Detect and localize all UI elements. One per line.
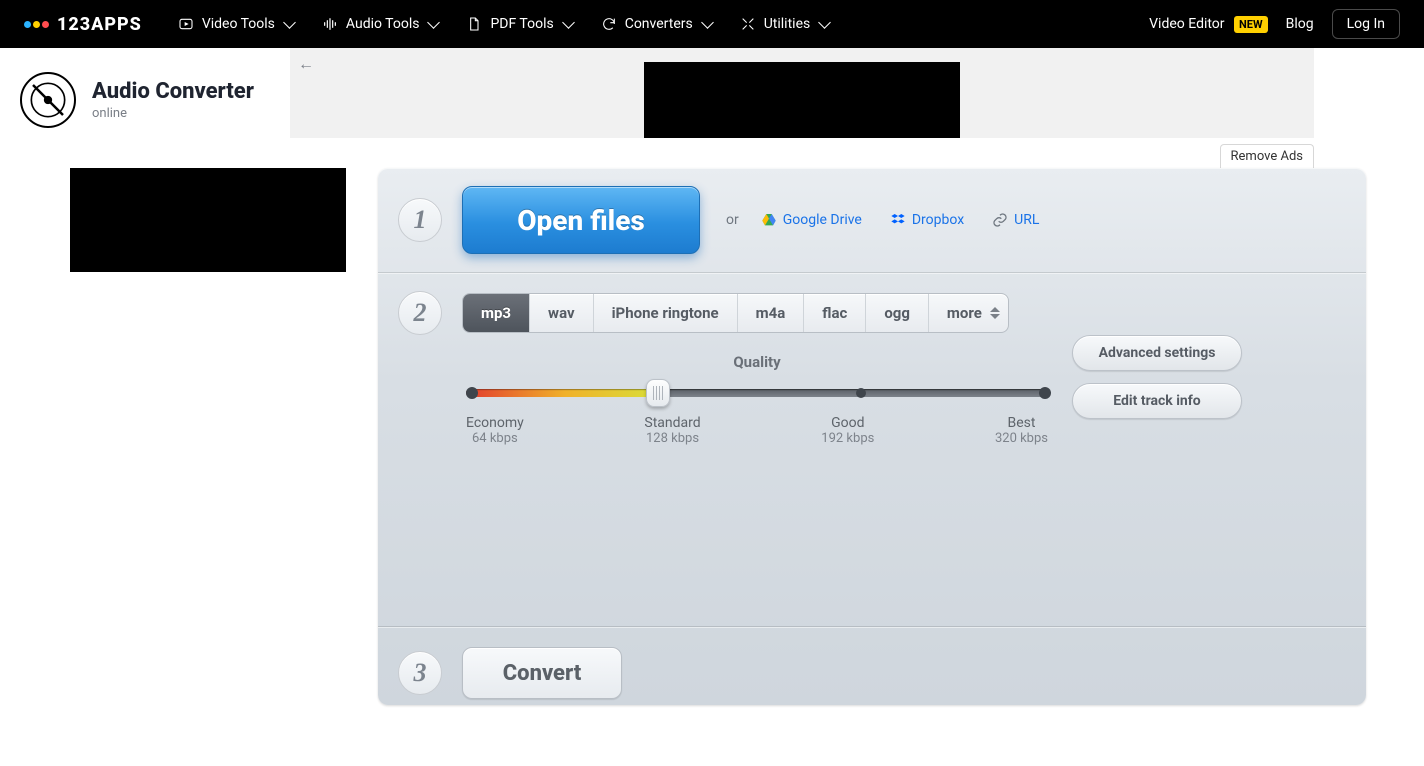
format-option-more[interactable]: more <box>929 294 1008 332</box>
nav-converters[interactable]: Converters <box>601 16 712 32</box>
converter-panel: 1 Open files or Google Drive Dropbox <box>378 168 1366 705</box>
quality-level-rate: 64 kbps <box>466 431 524 446</box>
brand-dots-icon <box>24 21 49 28</box>
step-badge-1: 1 <box>398 198 442 242</box>
edit-track-info-button[interactable]: Edit track info <box>1072 383 1242 419</box>
quality-level-name: Standard <box>644 415 700 431</box>
more-label: more <box>947 304 982 322</box>
chevron-down-icon <box>283 16 296 29</box>
dropbox-link[interactable]: Dropbox <box>890 212 964 228</box>
open-files-button[interactable]: Open files <box>462 186 700 254</box>
sort-stepper-icon <box>990 307 1000 319</box>
brand-text: 123APPS <box>57 14 142 35</box>
audio-bars-icon <box>322 16 338 32</box>
top-nav: 123APPS Video Tools Audio Tools PDF Tool… <box>0 0 1424 48</box>
chevron-down-icon <box>701 16 714 29</box>
quality-slider[interactable] <box>466 381 1048 405</box>
tools-icon <box>740 16 756 32</box>
nav-audio-tools[interactable]: Audio Tools <box>322 16 439 32</box>
audio-converter-logo-icon <box>20 72 76 128</box>
slider-thumb[interactable] <box>646 379 670 407</box>
format-option-iphone[interactable]: iPhone ringtone <box>594 294 738 332</box>
link-icon <box>992 212 1008 228</box>
step-2-section: 2 mp3 wav iPhone ringtone m4a flac ogg m… <box>378 272 1366 626</box>
nav-video-editor[interactable]: Video Editor NEW <box>1149 16 1267 32</box>
chevron-down-icon <box>428 16 441 29</box>
format-option-ogg[interactable]: ogg <box>866 294 929 332</box>
nav-label: Video Tools <box>202 16 275 32</box>
step-3-section: 3 Convert <box>378 626 1366 705</box>
chevron-down-icon <box>562 16 575 29</box>
side-ad-placeholder <box>70 168 346 272</box>
quality-level-name: Economy <box>466 415 524 431</box>
nav-label: Converters <box>625 16 693 32</box>
nav-video-tools[interactable]: Video Tools <box>178 16 294 32</box>
nav-utilities[interactable]: Utilities <box>740 16 830 32</box>
google-drive-link[interactable]: Google Drive <box>761 212 862 228</box>
chevron-down-icon <box>818 16 831 29</box>
app-brand: Audio Converter online <box>0 48 290 128</box>
format-option-mp3[interactable]: mp3 <box>463 294 530 332</box>
new-badge: NEW <box>1234 16 1268 33</box>
link-label: URL <box>1014 212 1039 228</box>
nav-label: Video Editor <box>1149 16 1224 32</box>
login-button[interactable]: Log In <box>1332 9 1400 39</box>
step-badge-3: 3 <box>398 651 442 695</box>
play-rect-icon <box>178 16 194 32</box>
dropbox-icon <box>890 212 906 228</box>
page-title: Audio Converter <box>92 79 254 104</box>
document-icon <box>466 16 482 32</box>
advanced-settings-button[interactable]: Advanced settings <box>1072 335 1242 371</box>
quality-level-name: Best <box>995 415 1048 431</box>
right-nav: Video Editor NEW Blog Log In <box>1149 9 1400 39</box>
step-badge-2: 2 <box>398 291 442 335</box>
nav-blog[interactable]: Blog <box>1286 16 1314 32</box>
nav-label: Audio Tools <box>346 16 420 32</box>
format-option-wav[interactable]: wav <box>530 294 594 332</box>
or-text: or <box>726 212 739 228</box>
quality-level-rate: 320 kbps <box>995 431 1048 446</box>
quality-slider-block: Quality Economy64 kbps Standard128 kbps … <box>466 353 1048 446</box>
page-subtitle: online <box>92 106 254 121</box>
link-label: Dropbox <box>912 212 964 228</box>
quality-level-rate: 192 kbps <box>821 431 874 446</box>
remove-ads-button[interactable]: Remove Ads <box>1220 144 1314 168</box>
nav-label: PDF Tools <box>490 16 553 32</box>
format-option-flac[interactable]: flac <box>804 294 866 332</box>
format-segmented-control: mp3 wav iPhone ringtone m4a flac ogg mor… <box>462 293 1009 333</box>
google-drive-icon <box>761 212 777 228</box>
top-ad-area: ← <box>290 48 1314 138</box>
quality-labels: Economy64 kbps Standard128 kbps Good192 … <box>466 415 1048 446</box>
url-link[interactable]: URL <box>992 212 1039 228</box>
quality-title: Quality <box>466 353 1048 371</box>
convert-button[interactable]: Convert <box>462 647 622 699</box>
back-arrow-icon[interactable]: ← <box>298 54 314 74</box>
nav-label: Utilities <box>764 16 811 32</box>
quality-level-name: Good <box>821 415 874 431</box>
link-label: Google Drive <box>783 212 862 228</box>
nav-items: Video Tools Audio Tools PDF Tools Conver… <box>178 16 829 32</box>
step-1-section: 1 Open files or Google Drive Dropbox <box>378 168 1366 272</box>
refresh-icon <box>601 16 617 32</box>
quality-level-rate: 128 kbps <box>644 431 700 446</box>
top-ad-placeholder <box>644 62 960 138</box>
nav-pdf-tools[interactable]: PDF Tools <box>466 16 572 32</box>
format-option-m4a[interactable]: m4a <box>738 294 805 332</box>
brand-logo[interactable]: 123APPS <box>24 14 142 35</box>
side-ad-card <box>58 168 358 742</box>
